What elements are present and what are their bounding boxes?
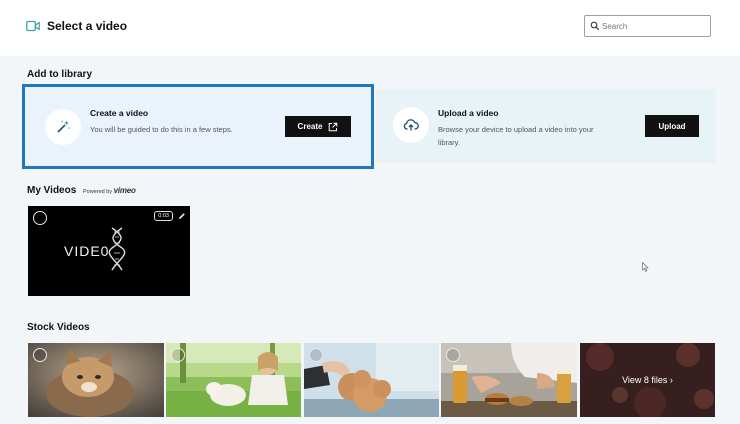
vimeo-logo: vimeo xyxy=(113,186,136,195)
page-title: Select a video xyxy=(47,19,128,33)
poodle-being-groomed-thumbnail xyxy=(304,343,439,417)
add-to-library-heading: Add to library xyxy=(27,69,93,80)
my-video-tile[interactable]: 0:03 VIDE0 xyxy=(28,206,190,296)
header-bar: Select a video xyxy=(0,0,740,56)
create-button[interactable]: Create xyxy=(285,116,351,137)
upload-icon-circle xyxy=(393,107,429,143)
stock-select-checkbox[interactable] xyxy=(33,348,47,362)
people-with-beer-and-burger-thumbnail xyxy=(441,343,577,417)
search-input[interactable] xyxy=(602,18,707,34)
stock-video-girl-puppy[interactable] xyxy=(166,343,301,417)
stock-video-kitten[interactable] xyxy=(28,343,164,417)
dna-helix-graphic xyxy=(108,227,126,271)
external-link-icon xyxy=(329,122,338,131)
view-more-files-link[interactable]: View 8 files › xyxy=(580,343,715,417)
girl-with-puppy-thumbnail xyxy=(166,343,301,417)
cloud-upload-icon xyxy=(403,119,419,131)
stock-video-poodle[interactable] xyxy=(304,343,439,417)
magic-wand-icon xyxy=(57,120,70,133)
edit-icon[interactable] xyxy=(178,212,186,220)
stock-select-checkbox[interactable] xyxy=(446,348,460,362)
create-icon-circle xyxy=(45,109,81,145)
video-select-checkbox[interactable] xyxy=(33,211,47,225)
stock-select-checkbox[interactable] xyxy=(309,348,323,362)
upload-button[interactable]: Upload xyxy=(645,115,699,137)
create-video-description: You will be guided to do this in a few s… xyxy=(90,125,233,134)
create-button-label: Create xyxy=(297,122,323,131)
search-box[interactable] xyxy=(584,15,711,37)
mouse-pointer-icon xyxy=(642,262,649,272)
powered-by-prefix: Powered by xyxy=(83,189,113,195)
create-video-title: Create a video xyxy=(90,108,149,118)
video-title-text: VIDE0 xyxy=(64,243,110,259)
stock-view-more-tile[interactable]: View 8 files › xyxy=(580,343,715,417)
search-icon xyxy=(590,21,600,31)
upload-video-description: Browse your device to upload a video int… xyxy=(438,125,594,147)
upload-video-card[interactable]: Upload a video Browse your device to upl… xyxy=(376,89,716,163)
stock-select-checkbox[interactable] xyxy=(171,348,185,362)
powered-by-vimeo: Powered by vimeo xyxy=(83,186,136,195)
my-videos-heading: My Videos xyxy=(27,185,77,196)
create-video-card[interactable]: Create a video You will be guided to do … xyxy=(22,84,374,169)
video-duration-badge: 0:03 xyxy=(154,211,173,221)
video-camera-icon xyxy=(26,20,40,32)
upload-video-title: Upload a video xyxy=(438,108,499,118)
kitten-thumbnail xyxy=(28,343,164,417)
stock-video-beer-burger[interactable] xyxy=(441,343,577,417)
stock-videos-heading: Stock Videos xyxy=(27,322,90,333)
